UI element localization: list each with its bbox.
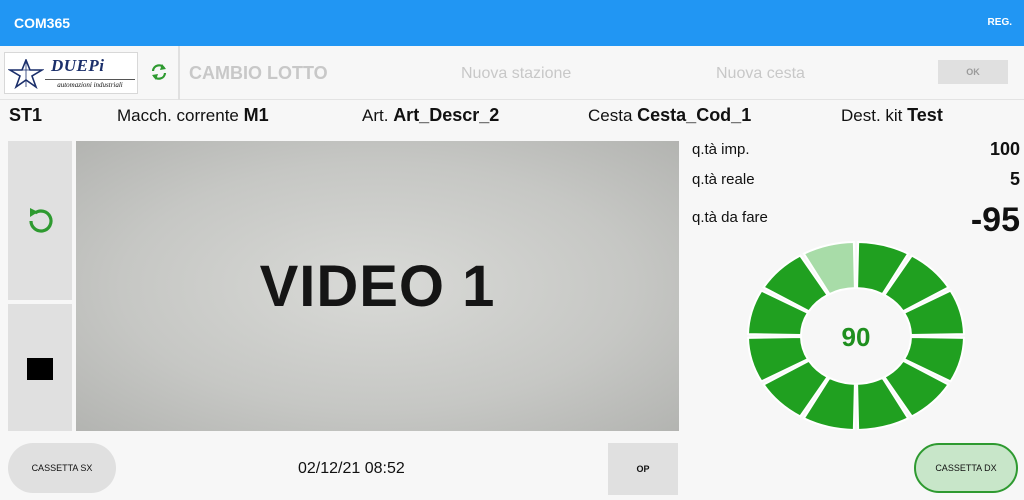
art-info: Art. Art_Descr_2 (362, 105, 499, 127)
art-value: Art_Descr_2 (393, 105, 500, 125)
macchina-label: Macch. corrente (117, 106, 239, 125)
sync-icon[interactable] (147, 60, 171, 84)
refresh-button[interactable] (8, 141, 72, 300)
video-panel: VIDEO 1 (76, 141, 679, 431)
cesta-label: Cesta (588, 106, 633, 125)
qta-reale-value: 5 (1009, 169, 1020, 189)
logo-tagline: automazioni industriali (45, 79, 135, 89)
app-bar: COM365 REG. (0, 0, 1024, 46)
nuova-cesta-field[interactable]: Nuova cesta (716, 65, 805, 83)
donut-center-value: 90 (842, 322, 871, 352)
progress-donut: 90 (746, 241, 966, 430)
app-root: COM365 REG. DUEPi automazioni industrial… (0, 0, 1024, 500)
qta-reale-label: q.tà reale (692, 171, 755, 188)
toolbar-divider (178, 46, 180, 100)
logo-brand: DUEPi (51, 56, 105, 75)
lot-toolbar: DUEPi automazioni industriali CAMBIO LOT… (0, 46, 1024, 100)
dest-label: Dest. kit (841, 106, 903, 125)
station-code: ST1 (9, 105, 42, 127)
dest-kit-info: Dest. kit Test (841, 105, 943, 127)
art-label: Art. (362, 106, 389, 125)
video-label: VIDEO 1 (259, 254, 496, 319)
company-logo: DUEPi automazioni industriali (4, 52, 138, 94)
cassetta-dx-button[interactable]: CASSETTA DX (914, 443, 1018, 493)
star-logo-icon (8, 59, 44, 89)
cassetta-sx-button[interactable]: CASSETTA SX (8, 443, 116, 493)
stop-button[interactable] (8, 304, 72, 431)
op-button[interactable]: OP (608, 443, 678, 495)
reg-button[interactable]: REG. (988, 17, 1012, 28)
qta-imp-row: q.tà imp. 100 (692, 139, 1022, 163)
refresh-icon (29, 208, 53, 233)
app-title: COM365 (14, 15, 71, 31)
cesta-value: Cesta_Cod_1 (637, 105, 752, 125)
qta-reale-row: q.tà reale 5 (692, 169, 1022, 193)
qta-da-fare-value: -95 (970, 201, 1020, 239)
datetime: 02/12/21 08:52 (298, 460, 405, 477)
macchina-info: Macch. corrente M1 (117, 105, 269, 127)
nuova-stazione-field[interactable]: Nuova stazione (461, 65, 571, 83)
qta-da-fare-label: q.tà da fare (692, 209, 768, 226)
dest-value: Test (907, 105, 943, 125)
stop-icon (27, 358, 53, 380)
qta-imp-value: 100 (989, 139, 1020, 159)
station-value: ST1 (9, 105, 43, 125)
qta-da-fare-row: q.tà da fare -95 (692, 201, 1022, 239)
cambio-lotto-button[interactable]: CAMBIO LOTTO (189, 63, 328, 84)
cesta-info: Cesta Cesta_Cod_1 (588, 105, 751, 127)
ok-button[interactable]: OK (938, 60, 1008, 84)
qta-imp-label: q.tà imp. (692, 141, 750, 158)
macchina-value: M1 (243, 105, 269, 125)
